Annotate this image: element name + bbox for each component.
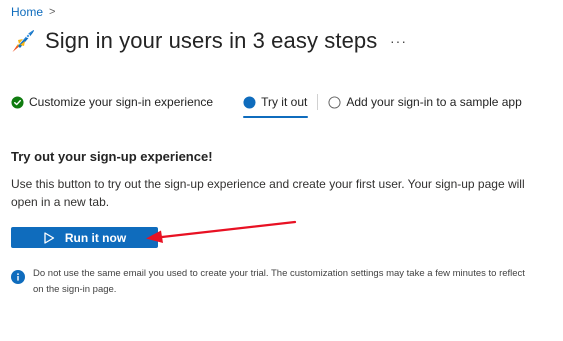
- breadcrumb-home-link[interactable]: Home: [11, 5, 43, 19]
- breadcrumb: Home >: [11, 5, 55, 19]
- info-notice: Do not use the same email you used to cr…: [11, 266, 533, 298]
- steps-divider: [317, 94, 319, 110]
- radio-filled-icon: [243, 95, 256, 109]
- info-text: Do not use the same email you used to cr…: [33, 268, 525, 295]
- section-description: Use this button to try out the sign-up e…: [11, 177, 525, 209]
- step-label: Try it out: [261, 95, 308, 109]
- check-circle-icon: [11, 95, 24, 109]
- section-heading: Try out your sign-up experience!: [11, 149, 213, 164]
- play-icon: [44, 231, 54, 244]
- steps-nav: Customize your sign-in experience Try it…: [11, 94, 522, 118]
- page-title: Sign in your users in 3 easy steps: [45, 28, 378, 53]
- more-options-button[interactable]: ···: [390, 33, 407, 49]
- run-button-label: Run it now: [64, 230, 127, 245]
- step-label: Add your sign-in to a sample app: [346, 95, 522, 109]
- rocket-icon: [12, 30, 34, 52]
- step-add-sign-in[interactable]: Add your sign-in to a sample app: [328, 95, 522, 109]
- step-label: Customize your sign-in experience: [29, 95, 214, 109]
- breadcrumb-separator: >: [49, 5, 56, 18]
- title-row: Sign in your users in 3 easy steps: [9, 27, 377, 55]
- step-try-it-out[interactable]: Try it out: [243, 95, 309, 118]
- annotation-arrow: [146, 220, 297, 243]
- run-it-now-button[interactable]: Run it now: [11, 227, 158, 248]
- radio-empty-icon: [328, 95, 341, 109]
- info-icon: [11, 270, 25, 284]
- step-customize[interactable]: Customize your sign-in experience: [11, 95, 213, 109]
- active-step-underline: [243, 116, 309, 118]
- page: Home > Sign in your users in 3 easy step…: [0, 0, 563, 341]
